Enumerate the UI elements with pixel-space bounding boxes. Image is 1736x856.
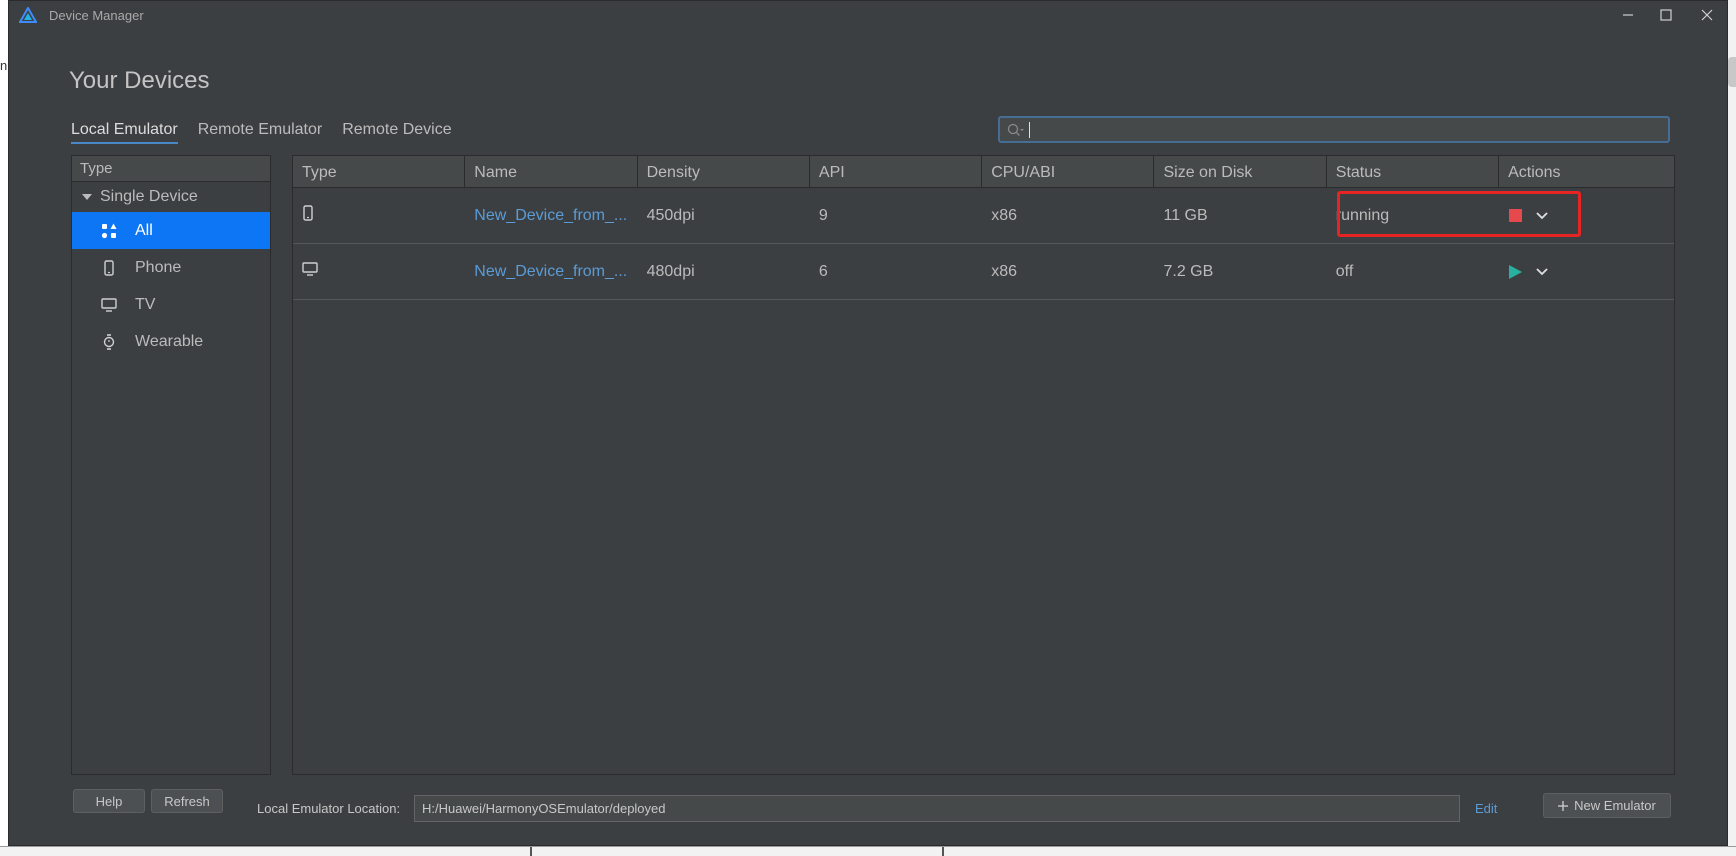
location-label: Local Emulator Location: [257,801,401,816]
column-header-name[interactable]: Name [465,156,638,187]
play-icon[interactable] [1509,264,1523,279]
api-cell: 9 [818,206,828,224]
background-indicator [1728,57,1736,87]
new-emulator-label: New Emulator [1574,798,1656,813]
footer-bar: Help Refresh Local Emulator Location: H:… [9,789,1729,825]
maximize-icon [1660,9,1672,21]
tab-local-emulator[interactable]: Local Emulator [71,121,178,144]
search-icon [1007,123,1024,136]
sidebar-item-label: Phone [135,258,182,276]
maximize-button[interactable] [1643,1,1689,29]
sidebar-item-tv[interactable]: TV [72,286,270,323]
taskbar-divider [530,847,532,856]
sidebar-item-phone[interactable]: Phone [72,249,270,286]
device-name-link[interactable]: New_Device_from_... [465,207,637,225]
grid-icon [100,222,118,240]
window-title: Device Manager [49,8,144,23]
plus-icon [1558,800,1569,811]
help-button[interactable]: Help [73,789,145,813]
column-header-cpu[interactable]: CPU/ABI [982,156,1155,187]
status-cell: running [1335,206,1390,224]
page-title: Your Devices [69,67,210,94]
column-header-status[interactable]: Status [1327,156,1500,187]
minimize-icon [1623,14,1633,16]
new-emulator-button[interactable]: New Emulator [1543,793,1671,818]
api-cell: 6 [818,262,828,280]
sidebar-item-label: Wearable [135,332,204,350]
device-type-cell [293,262,465,281]
density-cell: 480dpi [646,262,695,280]
status-cell: off [1335,262,1354,280]
background-taskbar [0,846,1736,856]
title-bar: Device Manager [9,1,1729,31]
sidebar-item-label: TV [135,295,156,313]
background-app-right [1728,0,1736,856]
refresh-button[interactable]: Refresh [151,789,223,813]
chevron-down-icon[interactable] [1535,265,1549,279]
close-icon [1701,9,1713,21]
column-header-actions[interactable]: Actions [1499,156,1671,187]
sidebar-item-label: All [135,221,153,239]
phone-icon [303,205,313,221]
phone-icon [100,259,118,277]
tab-remote-device[interactable]: Remote Device [342,121,451,144]
sidebar-header: Type [72,156,270,182]
density-cell: 450dpi [646,206,695,224]
device-type-cell [293,205,465,226]
device-manager-window: Device Manager Your Devices Local Emulat… [8,0,1728,846]
table-header: Type Name Density API CPU/ABI Size on Di… [293,156,1674,188]
close-button[interactable] [1684,1,1730,29]
tv-icon [100,296,118,314]
taskbar-divider [942,847,944,856]
sidebar-group-single-device[interactable]: Single Device [72,182,270,212]
text-caret [1029,122,1030,138]
actions-cell [1499,264,1671,279]
background-text-fragment: n [0,58,8,73]
device-name-link[interactable]: New_Device_from_... [465,263,637,281]
cpu-cell: x86 [991,206,1017,224]
search-input[interactable] [998,116,1670,143]
size-cell: 7.2 GB [1163,262,1214,280]
chevron-down-icon[interactable] [1535,209,1549,223]
edit-link[interactable]: Edit [1475,801,1497,816]
sidebar-item-all[interactable]: All [72,212,270,249]
column-header-size[interactable]: Size on Disk [1154,156,1327,187]
actions-cell [1499,209,1671,223]
devices-table: Type Name Density API CPU/ABI Size on Di… [292,155,1675,775]
stop-icon[interactable] [1509,209,1523,222]
tab-bar: Local Emulator Remote Emulator Remote De… [71,121,452,144]
tab-remote-emulator[interactable]: Remote Emulator [198,121,323,144]
device-type-sidebar: Type Single Device All Phone TV Wearable [71,155,271,775]
column-header-api[interactable]: API [810,156,983,187]
background-app-left: n [0,0,8,856]
table-row[interactable]: New_Device_from_... 450dpi 9 x86 11 GB r… [293,188,1674,244]
size-cell: 11 GB [1163,206,1208,224]
collapse-triangle-icon [82,194,92,200]
tv-icon [302,262,318,276]
sidebar-group-label: Single Device [100,188,198,205]
column-header-density[interactable]: Density [638,156,810,187]
column-header-type[interactable]: Type [293,156,466,187]
watch-icon [100,333,118,351]
sidebar-item-wearable[interactable]: Wearable [72,323,270,360]
table-row[interactable]: New_Device_from_... 480dpi 6 x86 7.2 GB … [293,244,1674,300]
app-logo-icon [19,7,37,23]
location-field[interactable]: H:/Huawei/HarmonyOSEmulator/deployed [414,795,1460,822]
cpu-cell: x86 [991,262,1017,280]
